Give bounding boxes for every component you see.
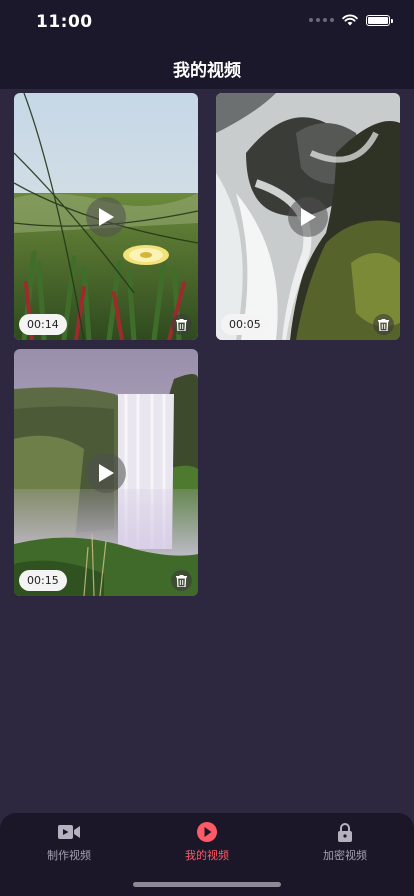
status-bar: 11:00 (0, 0, 414, 44)
trash-icon (176, 574, 187, 587)
tab-my-videos[interactable]: 我的视频 (138, 821, 276, 863)
tab-make-video[interactable]: 制作视频 (0, 821, 138, 863)
page-title: 我的视频 (173, 61, 241, 81)
trash-icon (176, 318, 187, 331)
home-indicator[interactable] (133, 882, 281, 887)
delete-button[interactable] (373, 314, 394, 335)
play-icon (99, 464, 114, 482)
status-time: 11:00 (36, 12, 93, 32)
lock-icon (338, 823, 352, 842)
tab-label: 制作视频 (47, 849, 91, 862)
duration-badge: 00:05 (221, 314, 269, 335)
delete-button[interactable] (171, 314, 192, 335)
tab-label: 加密视频 (323, 849, 367, 862)
nav-bar: 我的视频 (0, 44, 414, 89)
trash-icon (378, 318, 389, 331)
cellular-signal-icon (309, 18, 334, 22)
battery-icon (366, 14, 393, 26)
play-circle-icon (197, 822, 217, 842)
status-icons (309, 14, 393, 26)
play-icon (99, 208, 114, 226)
play-button[interactable] (86, 197, 126, 237)
tab-label: 我的视频 (185, 849, 229, 862)
duration-badge: 00:14 (19, 314, 67, 335)
play-button[interactable] (86, 453, 126, 493)
play-icon (301, 208, 316, 226)
video-card[interactable]: 00:14 (14, 93, 198, 340)
video-card[interactable]: 00:05 (216, 93, 400, 340)
duration-badge: 00:15 (19, 570, 67, 591)
video-card[interactable]: 00:15 (14, 349, 198, 596)
video-camera-icon (58, 825, 80, 839)
tab-encrypted-videos[interactable]: 加密视频 (276, 821, 414, 863)
play-button[interactable] (288, 197, 328, 237)
wifi-icon (342, 14, 358, 26)
delete-button[interactable] (171, 570, 192, 591)
